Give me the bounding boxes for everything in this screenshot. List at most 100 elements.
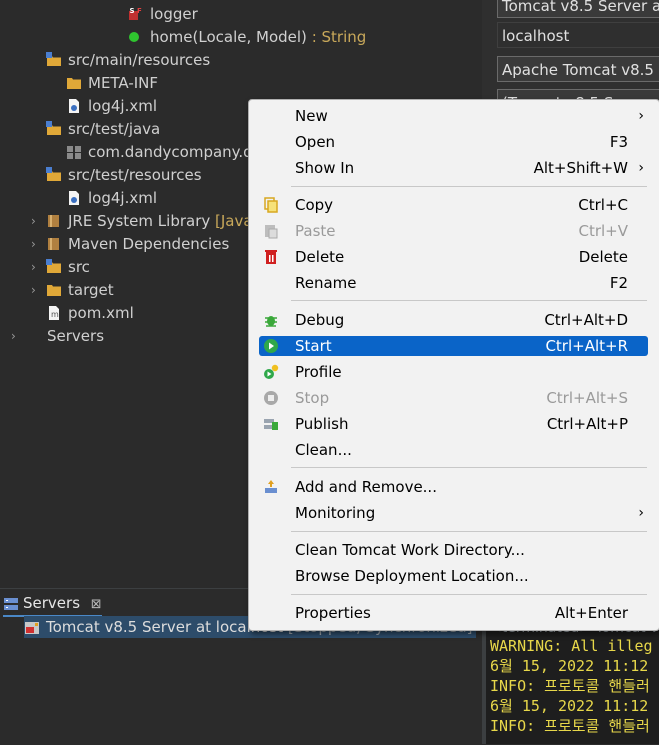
menu-item-label: Clean Tomcat Work Directory... [295,541,525,559]
tree-item-pom-xml[interactable]: m pom.xml [46,302,134,325]
stop-icon [263,390,279,406]
menu-item-start[interactable]: Start Ctrl+Alt+R [259,336,648,356]
console-line: INFO: 프로토콜 핸들러 [490,677,650,695]
menu-item-paste[interactable]: Paste Ctrl+V [259,221,648,241]
tree-item-package[interactable]: com.dandycompany.dan [66,141,271,164]
publish-icon [263,416,279,432]
package-icon [66,144,82,160]
menu-item-rename[interactable]: Rename F2 [259,273,648,293]
tree-item-log4j-xml-test[interactable]: log4j.xml [66,187,157,210]
menu-item-label: Open [295,133,336,151]
menu-item-clean-work-directory[interactable]: Clean Tomcat Work Directory... [259,540,648,560]
context-menu: New › Open F3 Show In Alt+Shift+W › Copy… [248,99,659,631]
console-line: INFO: 프로토콜 핸들러 [490,717,650,735]
tree-item-target[interactable]: target [46,279,114,302]
svg-text:m: m [51,310,59,319]
expand-arrow-icon[interactable]: › [31,233,36,256]
console-view: <terminated> Tomcat v8 WARNING: All ille… [482,630,659,744]
tree-item-label: src/main/resources [68,51,211,69]
menu-item-label: Rename [295,274,357,292]
host-name-field[interactable]: localhost [497,22,659,48]
menu-item-label: Paste [295,222,336,240]
tree-item-return-type: : String [306,28,367,46]
svg-text:S: S [130,7,135,15]
menu-item-shortcut: Delete [578,248,628,266]
tree-item-label: src/test/resources [68,166,202,184]
tree-item-label: com.dandycompany.dan [88,143,272,161]
tree-item-logger[interactable]: SF logger [128,3,198,26]
menu-item-shortcut: Ctrl+V [578,222,628,240]
tree-item-label: pom.xml [68,304,134,322]
menu-item-copy[interactable]: Copy Ctrl+C [259,195,648,215]
folder-icon [46,258,62,275]
menu-item-label: New [295,107,328,125]
menu-item-new[interactable]: New › [259,106,648,126]
expand-arrow-icon[interactable]: › [31,279,36,302]
menu-item-label: Clean... [295,441,352,459]
menu-item-show-in[interactable]: Show In Alt+Shift+W › [259,158,648,178]
menu-item-label: Start [295,337,332,355]
source-folder-icon [46,51,62,68]
tree-item-src-main-resources[interactable]: src/main/resources [46,49,210,72]
menu-item-shortcut: Ctrl+Alt+R [545,337,628,355]
tree-item-meta-inf[interactable]: META-INF [66,72,158,95]
tree-item-src-test-java[interactable]: src/test/java [46,118,160,141]
menu-separator [291,467,647,468]
menu-item-label: Browse Deployment Location... [295,567,529,585]
menu-item-delete[interactable]: Delete Delete [259,247,648,267]
delete-icon [263,249,279,265]
menu-item-stop[interactable]: Stop Ctrl+Alt+S [259,388,648,408]
tree-item-label: home(Locale, Model) [150,28,307,46]
tree-item-label: logger [150,5,198,23]
menu-item-properties[interactable]: Properties Alt+Enter [259,603,648,623]
tree-item-src[interactable]: src [46,256,90,279]
menu-item-shortcut: Ctrl+Alt+P [546,415,628,433]
tree-item-servers-project[interactable]: Servers [26,325,104,348]
expand-arrow-icon[interactable]: › [11,325,16,348]
public-method-icon [128,29,144,45]
menu-item-browse-deployment[interactable]: Browse Deployment Location... [259,566,648,586]
menu-item-debug[interactable]: Debug Ctrl+Alt+D [259,310,648,330]
tree-item-home-method[interactable]: home(Locale, Model) : String [128,26,366,49]
tree-item-label: target [68,281,114,299]
close-tab-icon[interactable]: ⊠ [91,597,102,612]
submenu-arrow-icon: › [638,160,644,176]
tree-item-maven-dependencies[interactable]: Maven Dependencies [46,233,229,256]
tree-item-label: Maven Dependencies [68,235,230,253]
menu-item-label: Publish [295,415,349,433]
menu-separator [291,531,647,532]
server-name-field[interactable]: Tomcat v8.5 Server at lo [497,0,659,18]
debug-bug-icon [263,312,279,328]
menu-separator [291,186,647,187]
menu-item-add-and-remove[interactable]: Add and Remove... [259,477,648,497]
expand-arrow-icon[interactable]: › [31,210,36,233]
folder-icon [66,75,82,91]
menu-item-publish[interactable]: Publish Ctrl+Alt+P [259,414,648,434]
source-folder-icon [46,166,62,183]
add-remove-icon [263,479,279,495]
console-line: 6월 15, 2022 11:12 [490,697,649,715]
runtime-environment-select[interactable]: Apache Tomcat v8.5 [497,56,659,82]
folder-icon [46,282,62,298]
profile-icon [263,364,279,380]
tree-item-log4j-xml[interactable]: log4j.xml [66,95,157,118]
tree-item-label: log4j.xml [88,189,158,207]
servers-tab[interactable]: Servers ⊠ [3,592,102,617]
menu-item-monitoring[interactable]: Monitoring › [259,503,648,523]
menu-item-shortcut: Ctrl+Alt+S [546,389,628,407]
expand-arrow-icon[interactable]: › [31,256,36,279]
start-icon [263,338,279,354]
tree-item-jre-library[interactable]: JRE System Library [JavaSE- [46,210,277,233]
menu-item-label: Copy [295,196,334,214]
menu-item-clean[interactable]: Clean... [259,440,648,460]
source-folder-icon [46,120,62,137]
menu-item-label: Show In [295,159,355,177]
menu-item-open[interactable]: Open F3 [259,132,648,152]
static-field-icon: SF [128,6,144,22]
menu-item-profile[interactable]: Profile [259,362,648,382]
xml-file-icon [66,190,82,206]
tree-item-src-test-resources[interactable]: src/test/resources [46,164,202,187]
menu-separator [291,594,647,595]
menu-item-shortcut: Ctrl+Alt+D [544,311,628,329]
tree-item-label: src/test/java [68,120,161,138]
